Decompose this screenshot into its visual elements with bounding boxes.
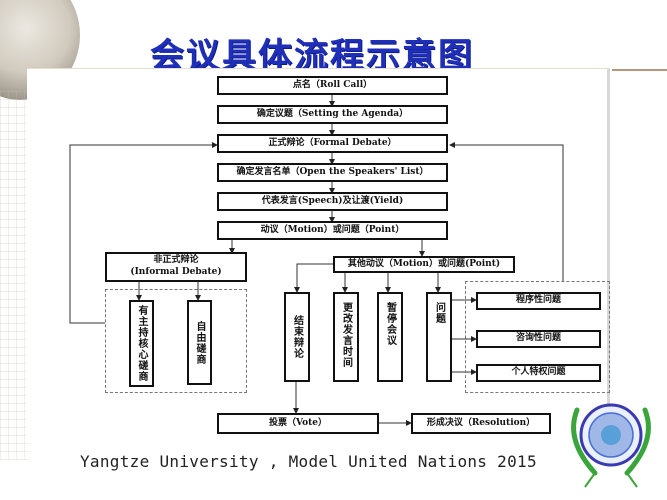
moderated-caucus-box: 有主持核心磋商 — [129, 300, 154, 387]
resolution-box: 形成决议（Resolution） — [411, 413, 551, 434]
roll-call-box: 点名（Roll Call） — [217, 76, 448, 95]
suspend-meeting-box: 暂停会议 — [377, 292, 403, 382]
other-motions-box: 其他动议（Motion）或问题(Point) — [333, 256, 515, 273]
formal-debate-box: 正式辩论（Formal Debate） — [217, 134, 448, 153]
informal-debate-en: (Informal Debate) — [130, 267, 222, 277]
unmoderated-caucus-box: 自由磋商 — [187, 300, 212, 385]
speech-yield-box: 代表发言(Speech)及让渡(Yield) — [217, 192, 448, 211]
footer-text: Yangtze University , Model United Nation… — [80, 452, 537, 471]
informal-debate-box: 非正式辩论 (Informal Debate) — [105, 252, 247, 282]
setting-agenda-box: 确定议题（Setting the Agenda） — [217, 105, 448, 124]
speakers-list-box: 确定发言名单（Open the Speakers' List） — [217, 163, 448, 182]
point-of-inquiry-box: 咨询性问题 — [476, 330, 601, 348]
point-of-order-box: 程序性问题 — [476, 292, 601, 310]
point-of-personal-privilege-box: 个人特权问题 — [476, 364, 601, 382]
close-debate-box: 结束辩论 — [284, 292, 310, 382]
caucus-group-frame — [105, 289, 247, 393]
change-speaking-time-box: 更改发言时间 — [333, 292, 359, 382]
un-emblem-icon — [571, 403, 651, 488]
informal-debate-cn: 非正式辩论 — [153, 255, 199, 266]
question-box: 问题 — [426, 292, 452, 382]
vote-box: 投票（Vote） — [217, 413, 379, 434]
motion-point-box: 动议（Motion）或问题（Point） — [217, 221, 448, 240]
